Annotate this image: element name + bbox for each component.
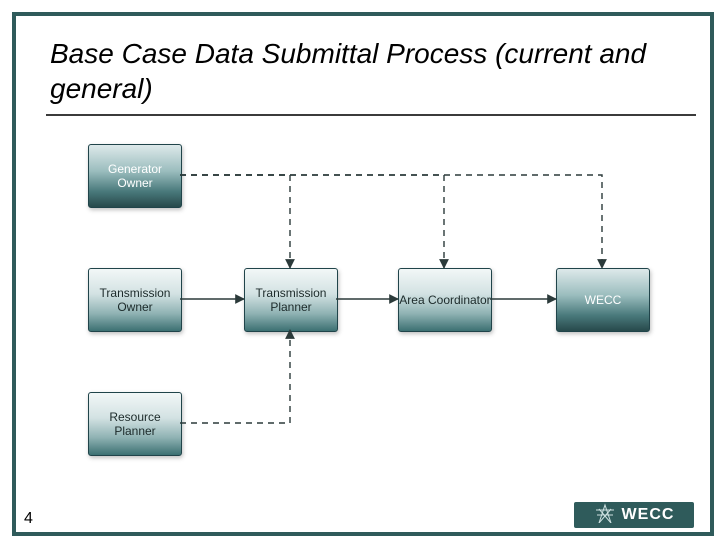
node-go: Generator Owner <box>88 144 182 208</box>
slide-frame: Base Case Data Submittal Process (curren… <box>12 12 714 536</box>
node-wecc: WECC <box>556 268 650 332</box>
brand-logo: WECC <box>574 502 694 528</box>
brand-text: WECC <box>622 506 675 524</box>
tower-icon <box>594 503 616 528</box>
page-number: 4 <box>24 510 33 528</box>
node-rp: Resource Planner <box>88 392 182 456</box>
node-tp: Transmission Planner <box>244 268 338 332</box>
node-ac: Area Coordinator <box>398 268 492 332</box>
slide-title: Base Case Data Submittal Process (curren… <box>50 36 670 106</box>
node-to: Transmission Owner <box>88 268 182 332</box>
title-underline <box>46 114 696 116</box>
footer: 4 WECC <box>16 504 710 532</box>
